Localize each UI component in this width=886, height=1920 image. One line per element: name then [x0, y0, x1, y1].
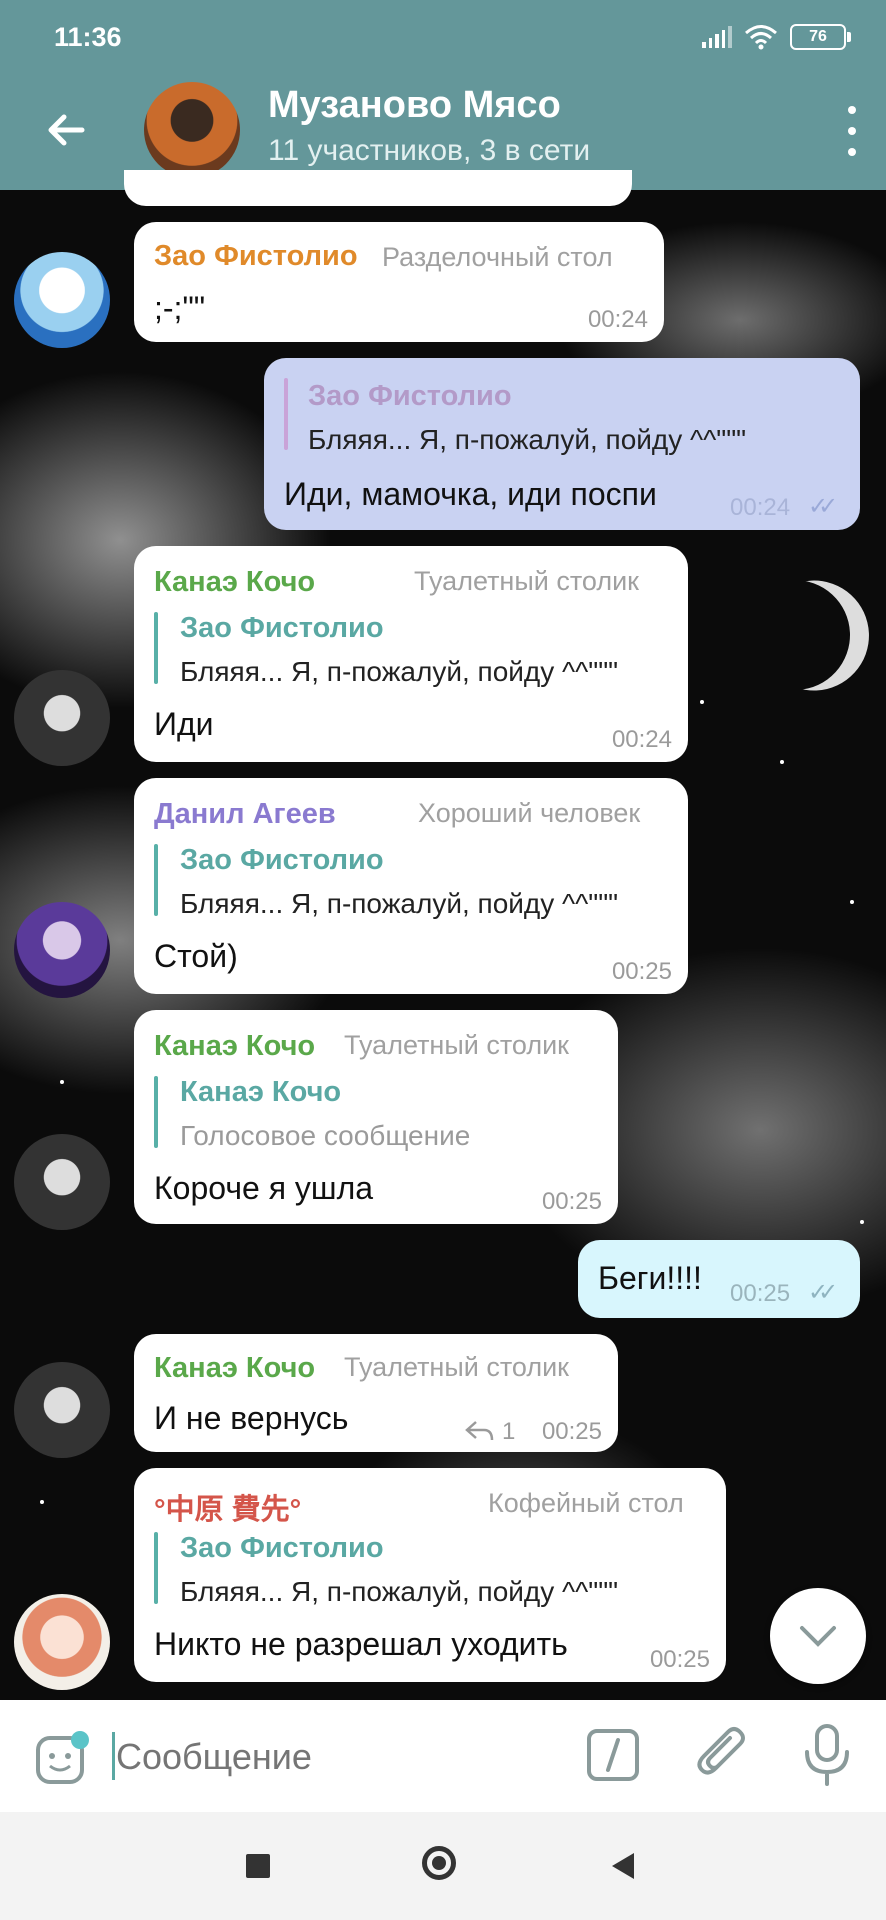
- star: [860, 1220, 864, 1224]
- message-bubble[interactable]: Канаэ Кочо Туалетный столик Зао Фистолио…: [134, 546, 688, 762]
- message-text: Короче я ушла: [154, 1170, 374, 1206]
- message-time: 00:25: [730, 1280, 791, 1307]
- status-bar: 11:36 76: [0, 0, 886, 76]
- message-bubble[interactable]: °中原 費先° Кофейный стол Зао Фистолио Бляяя…: [134, 1468, 726, 1682]
- sender-tag: Разделочный стол: [382, 242, 613, 272]
- reply-text[interactable]: Бляяя... Я, п-пожалуй, пойду ^^""": [180, 888, 618, 920]
- message-time: 00:24: [730, 494, 791, 521]
- reply-bar: [154, 1076, 158, 1148]
- reply-bar: [284, 378, 288, 450]
- message-text: Иди, мамочка, иди поспи: [284, 476, 657, 512]
- message-text: Беги!!!!: [598, 1260, 702, 1296]
- attach-icon[interactable]: [694, 1724, 752, 1786]
- message-text: Стой): [154, 938, 238, 974]
- read-check-icon: ✓✓: [808, 1279, 838, 1306]
- sender-name[interactable]: Канаэ Кочо: [154, 566, 315, 599]
- wifi-icon: [745, 25, 777, 50]
- message-time: 00:25: [541, 1418, 602, 1445]
- sender-name[interactable]: °中原 費先°: [154, 1486, 301, 1528]
- reply-text[interactable]: Голосовое сообщение: [180, 1120, 470, 1152]
- star: [780, 760, 784, 764]
- avatar[interactable]: [14, 1594, 110, 1690]
- message-composer[interactable]: [0, 1700, 886, 1812]
- message-bubble[interactable]: Зао Фистолио Разделочный стол ;-;"" 00:2…: [134, 222, 664, 342]
- battery-level: 76: [809, 28, 827, 45]
- sender-tag: Туалетный столик: [344, 1352, 569, 1382]
- message-text: И не вернусь: [154, 1400, 349, 1436]
- reply-arrow-icon[interactable]: [464, 1420, 494, 1442]
- message-time: 00:25: [649, 1646, 710, 1673]
- reply-text[interactable]: Бляяя... Я, п-пожалуй, пойду ^^""": [180, 656, 618, 688]
- reply-sender[interactable]: Зао Фистолио: [308, 380, 512, 413]
- scroll-down-button[interactable]: [770, 1588, 866, 1684]
- message-bubble-outgoing[interactable]: Беги!!!! 00:25 ✓✓: [578, 1240, 860, 1318]
- reply-count[interactable]: 1: [502, 1418, 515, 1446]
- reply-text[interactable]: Бляяя... Я, п-пожалуй, пойду ^^""": [180, 1576, 618, 1608]
- reply-text[interactable]: Бляяя... Я, п-пожалуй, пойду ^^""": [308, 424, 746, 456]
- chevron-down-icon: [800, 1626, 836, 1647]
- chat-subtitle: 11 участников, 3 в сети: [268, 134, 591, 167]
- message-bubble-partial: [124, 170, 632, 206]
- status-icons: 76: [702, 24, 851, 50]
- star: [700, 700, 704, 704]
- sender-name[interactable]: Канаэ Кочо: [154, 1352, 315, 1385]
- sender-name[interactable]: Данил Агеев: [154, 798, 336, 831]
- sender-name[interactable]: Зао Фистолио: [154, 240, 358, 273]
- message-time: 00:24: [587, 306, 648, 333]
- sender-name[interactable]: Канаэ Кочо: [154, 1030, 315, 1063]
- star: [60, 1080, 64, 1084]
- message-text: ;-;"": [154, 290, 206, 326]
- message-input[interactable]: [114, 1724, 558, 1790]
- avatar[interactable]: [14, 902, 110, 998]
- recents-button[interactable]: [246, 1854, 270, 1878]
- message-time: 00:25: [541, 1188, 602, 1215]
- battery-icon: 76: [790, 24, 851, 50]
- reply-sender[interactable]: Зао Фистолио: [180, 612, 384, 645]
- sender-tag: Туалетный столик: [414, 566, 639, 596]
- message-bubble[interactable]: Канаэ Кочо Туалетный столик Канаэ Кочо Г…: [134, 1010, 618, 1224]
- group-avatar[interactable]: [144, 82, 240, 178]
- reply-bar: [154, 1532, 158, 1604]
- message-text: Иди: [154, 706, 214, 742]
- command-icon[interactable]: [586, 1728, 640, 1782]
- star: [40, 1500, 44, 1504]
- reply-bar: [154, 612, 158, 684]
- sticker-icon[interactable]: [34, 1730, 90, 1786]
- sender-tag: Кофейный стол: [488, 1488, 684, 1518]
- signal-icon: [702, 26, 732, 48]
- home-button[interactable]: [422, 1846, 456, 1880]
- back-arrow-icon[interactable]: [38, 100, 98, 160]
- read-check-icon: ✓✓: [808, 493, 838, 520]
- moon-decoration: [725, 565, 866, 706]
- back-button[interactable]: [608, 1850, 638, 1882]
- system-nav-bar: [0, 1812, 886, 1920]
- chat-title[interactable]: Музаново Мясо: [268, 84, 561, 127]
- status-time: 11:36: [54, 22, 122, 52]
- message-bubble[interactable]: Данил Агеев Хороший человек Зао Фистолио…: [134, 778, 688, 994]
- sender-tag: Туалетный столик: [344, 1030, 569, 1060]
- avatar[interactable]: [14, 252, 110, 348]
- sender-tag: Хороший человек: [418, 798, 641, 828]
- reply-sender[interactable]: Канаэ Кочо: [180, 1076, 341, 1109]
- reply-sender[interactable]: Зао Фистолио: [180, 1532, 384, 1565]
- star: [850, 900, 854, 904]
- avatar[interactable]: [14, 1362, 110, 1458]
- avatar[interactable]: [14, 670, 110, 766]
- message-text: Никто не разрешал уходить: [154, 1626, 568, 1662]
- more-vert-icon[interactable]: [846, 106, 858, 156]
- reply-sender[interactable]: Зао Фистолио: [180, 844, 384, 877]
- message-time: 00:24: [611, 726, 672, 753]
- message-bubble-outgoing[interactable]: Зао Фистолио Бляяя... Я, п-пожалуй, пойд…: [264, 358, 860, 530]
- mic-icon[interactable]: [800, 1722, 854, 1788]
- message-time: 00:25: [611, 958, 672, 985]
- message-bubble[interactable]: Канаэ Кочо Туалетный столик И не вернусь…: [134, 1334, 618, 1452]
- reply-bar: [154, 844, 158, 916]
- avatar[interactable]: [14, 1134, 110, 1230]
